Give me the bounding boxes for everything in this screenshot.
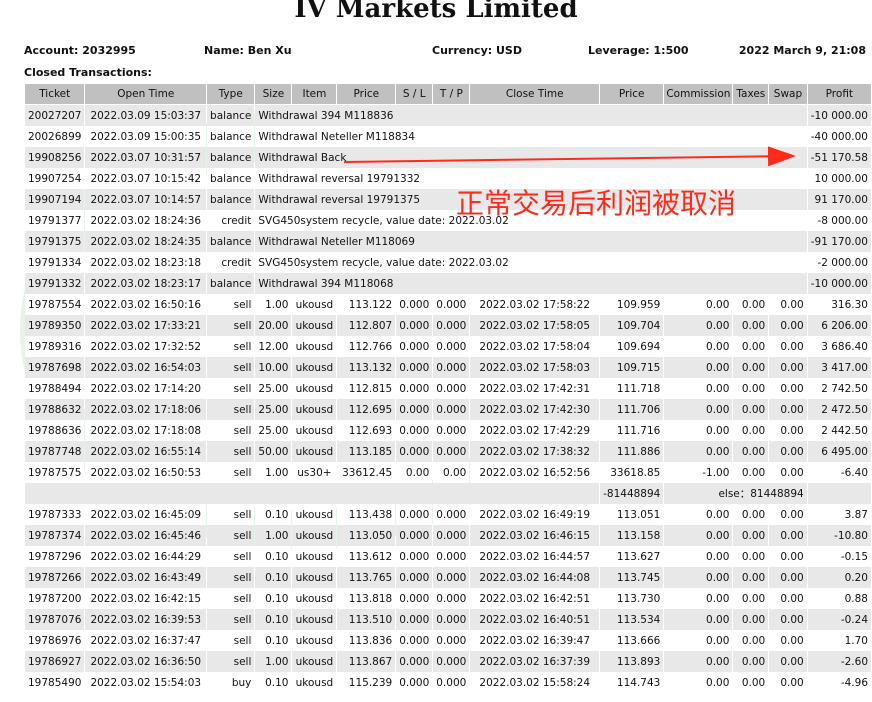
- annotation-text: 正常交易后利润被取消: [456, 187, 737, 220]
- annotation-arrow: [343, 146, 796, 167]
